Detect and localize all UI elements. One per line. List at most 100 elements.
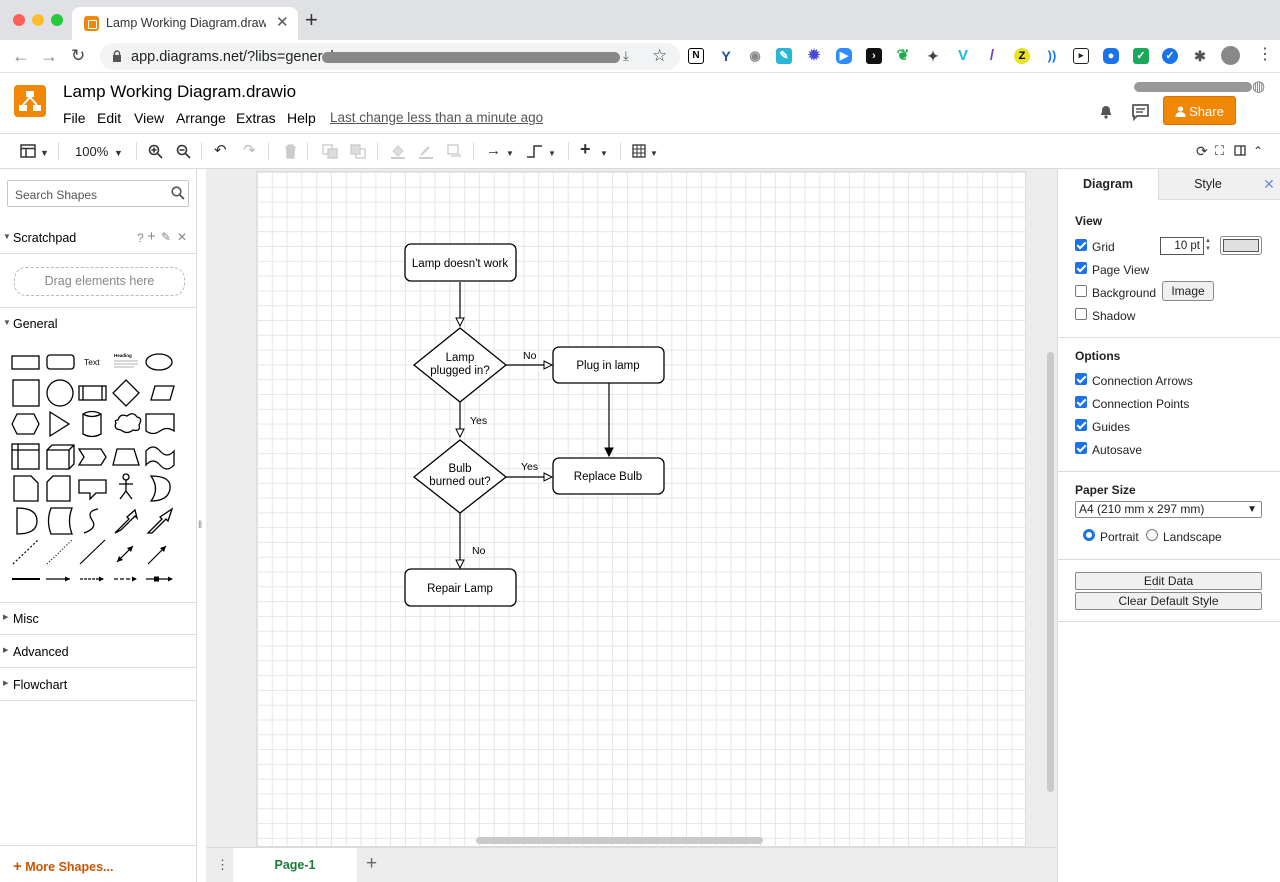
advanced-header[interactable]: ▶ Advanced: [0, 636, 197, 668]
back-button[interactable]: ←: [12, 46, 30, 66]
bookmark-star-icon[interactable]: ☆: [652, 46, 667, 66]
collapse-toolbar-icon[interactable]: ⌃: [1253, 142, 1263, 160]
pages-menu-icon[interactable]: ⋮: [216, 857, 229, 873]
grid-color-button[interactable]: [1220, 236, 1262, 255]
misc-header[interactable]: ▶ Misc: [0, 603, 197, 635]
waypoints-chevron-icon[interactable]: ▼: [548, 145, 556, 163]
actor-shape[interactable]: [119, 480, 133, 500]
tab-style[interactable]: Style: [1158, 169, 1257, 200]
ellipse-shape[interactable]: [145, 353, 173, 371]
clear-default-style-button[interactable]: Clear Default Style: [1075, 592, 1262, 610]
menu-extras[interactable]: Extras: [236, 110, 276, 126]
extension-y-icon[interactable]: Y: [718, 48, 734, 64]
browser-tab[interactable]: Lamp Working Diagram.drawio ✕: [72, 7, 298, 40]
forward-button[interactable]: →: [40, 46, 58, 66]
autosave-checkbox[interactable]: [1075, 442, 1087, 454]
parallelogram-shape[interactable]: [150, 385, 175, 401]
data-storage-shape[interactable]: [47, 507, 73, 535]
z-extension-icon[interactable]: Z: [1014, 48, 1030, 64]
connection-points-checkbox[interactable]: [1075, 396, 1087, 408]
vimeo-extension-icon[interactable]: V: [955, 48, 971, 64]
grid-size-stepper[interactable]: ▲ ▼: [1205, 237, 1214, 255]
scratchpad-help-icon[interactable]: ?: [137, 231, 144, 245]
callout-shape[interactable]: [78, 479, 107, 501]
guides-checkbox[interactable]: [1075, 419, 1087, 431]
general-shapes-palette[interactable]: Text Heading: [0, 341, 197, 595]
cloud-shape[interactable]: [114, 413, 142, 434]
page-view-checkbox[interactable]: [1075, 262, 1087, 274]
tab-diagram[interactable]: Diagram: [1058, 169, 1158, 200]
share-button[interactable]: Share: [1163, 96, 1236, 125]
connection-chevron-icon[interactable]: ▼: [506, 145, 514, 163]
waypoints-icon[interactable]: [526, 143, 544, 159]
check-extension-icon[interactable]: ✓: [1133, 48, 1149, 64]
page-tab[interactable]: Page-1: [233, 848, 357, 882]
zoom-out-icon[interactable]: [176, 144, 191, 159]
search-icon[interactable]: [171, 186, 185, 200]
curve-shape[interactable]: [83, 508, 99, 534]
sync-icon[interactable]: ⟳: [1196, 142, 1208, 160]
rectangle-shape[interactable]: [11, 355, 40, 370]
search-shapes-input[interactable]: Search Shapes: [7, 180, 189, 207]
card-shape[interactable]: [46, 475, 71, 502]
grid-checkbox[interactable]: [1075, 239, 1087, 251]
menu-edit[interactable]: Edit: [97, 110, 121, 126]
profile-avatar[interactable]: [1221, 46, 1240, 65]
background-image-button[interactable]: Image: [1162, 281, 1214, 301]
or-shape[interactable]: [149, 475, 171, 502]
container-shape[interactable]: [11, 443, 40, 470]
connection-arrows-checkbox[interactable]: [1075, 373, 1087, 385]
landscape-radio[interactable]: [1146, 529, 1158, 541]
connection-arrow-icon[interactable]: →: [486, 142, 501, 160]
shadow-checkbox[interactable]: [1075, 308, 1087, 320]
close-window-button[interactable]: [13, 14, 25, 26]
diamond-shape[interactable]: [112, 379, 140, 407]
text-shape[interactable]: Text: [84, 357, 100, 367]
flowchart-header[interactable]: ▶ Flowchart: [0, 669, 197, 701]
undo-icon[interactable]: ↶: [214, 142, 227, 160]
portrait-radio[interactable]: [1083, 529, 1095, 541]
insert-plus-icon[interactable]: +: [580, 140, 591, 158]
scratchpad-drop-zone[interactable]: Drag elements here: [14, 267, 185, 296]
reload-button[interactable]: ↻: [71, 46, 85, 66]
chevron-down-icon[interactable]: ▼: [40, 144, 49, 162]
zoom-extension-icon[interactable]: ▶: [836, 48, 852, 64]
maximize-window-button[interactable]: [51, 14, 63, 26]
menu-arrange[interactable]: Arrange: [176, 110, 226, 126]
install-app-icon[interactable]: ⤓: [623, 48, 629, 64]
diagram-canvas[interactable]: [206, 169, 1057, 847]
bird-extension-icon[interactable]: ✦: [925, 48, 941, 64]
cube-shape[interactable]: [46, 444, 75, 470]
table-chevron-icon[interactable]: ▼: [650, 145, 658, 163]
zoom-chevron-icon[interactable]: ▼: [114, 144, 123, 162]
general-header[interactable]: ▼ General: [0, 308, 197, 340]
trapezoid-shape[interactable]: [112, 448, 140, 466]
rounded-rectangle-shape[interactable]: [46, 354, 75, 370]
cylinder-shape[interactable]: [82, 410, 102, 438]
pen-extension-icon[interactable]: ✎: [776, 48, 792, 64]
notifications-bell-icon[interactable]: [1098, 103, 1114, 119]
paper-size-select[interactable]: A4 (210 mm x 297 mm) ▼: [1075, 501, 1262, 518]
wave-extension-icon[interactable]: )): [1044, 48, 1060, 64]
scratchpad-header[interactable]: ▼ Scratchpad ? + ✎ ✕: [0, 222, 197, 254]
dashed-line-shape[interactable]: [12, 539, 39, 565]
hexagon-shape[interactable]: [11, 413, 40, 435]
dotted-line-shape[interactable]: [46, 539, 73, 565]
add-page-button[interactable]: +: [366, 853, 377, 875]
minimize-window-button[interactable]: [32, 14, 44, 26]
file-title[interactable]: Lamp Working Diagram.drawio: [63, 82, 296, 102]
address-bar[interactable]: app.diagrams.net/?libs=general; ⤓ ☆: [100, 43, 680, 70]
new-tab-button[interactable]: +: [305, 9, 318, 31]
vertical-scrollbar[interactable]: [1047, 352, 1054, 792]
close-panel-icon[interactable]: ✕: [1257, 169, 1280, 200]
background-checkbox[interactable]: [1075, 285, 1087, 297]
camera-extension-icon[interactable]: ◉: [747, 48, 763, 64]
scratchpad-close-icon[interactable]: ✕: [177, 230, 187, 244]
delay-shape[interactable]: [16, 507, 38, 535]
scratchpad-add-icon[interactable]: +: [147, 228, 156, 245]
grid-size-input[interactable]: 10 pt: [1160, 237, 1204, 255]
scratchpad-edit-icon[interactable]: ✎: [161, 230, 171, 244]
zoom-in-icon[interactable]: [148, 144, 163, 159]
insert-chevron-icon[interactable]: ▼: [600, 145, 608, 163]
single-arrow-shape[interactable]: [146, 507, 174, 534]
